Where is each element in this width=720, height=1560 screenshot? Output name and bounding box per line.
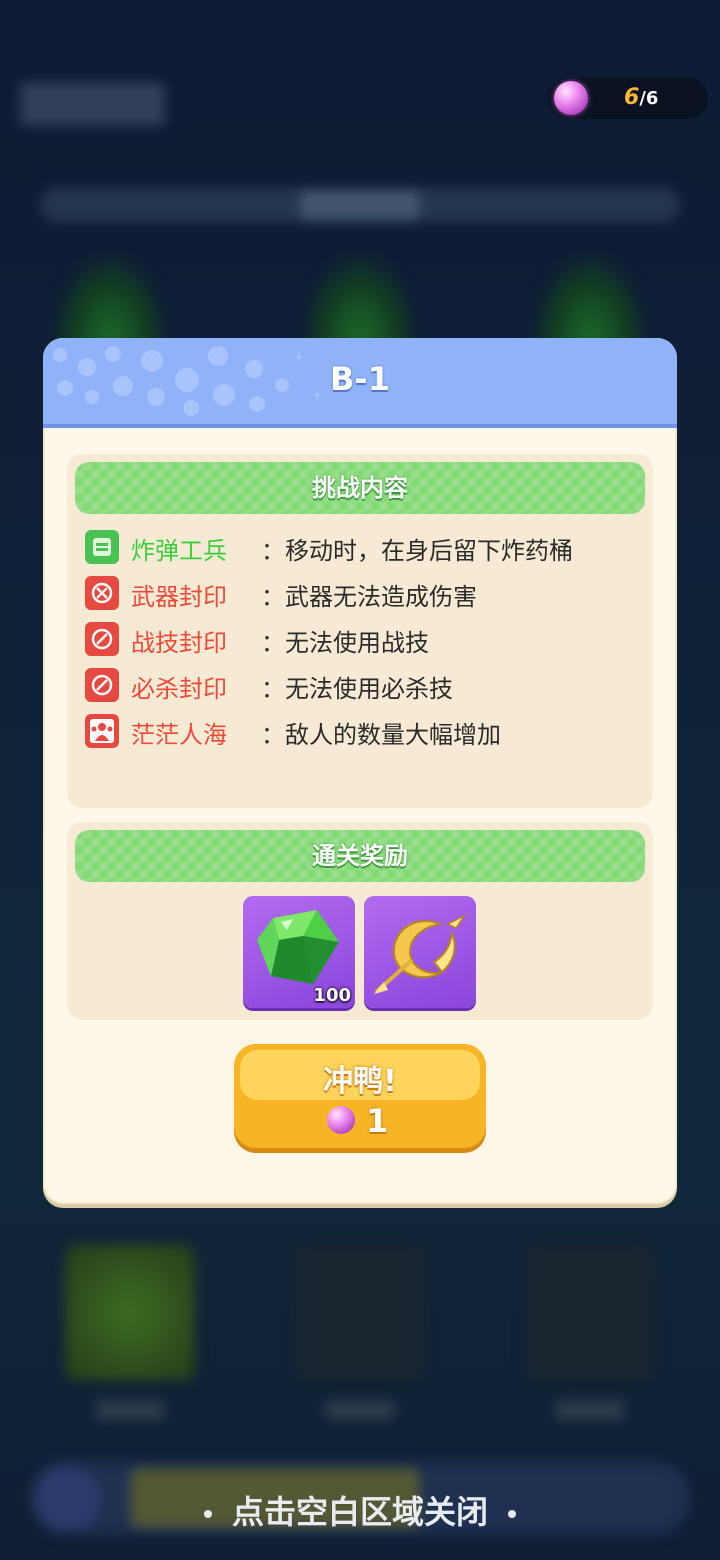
rule-desc-text: 移动时，在身后留下炸药桶 (285, 537, 573, 565)
weapon-seal-icon (85, 576, 119, 610)
header-dot (249, 396, 265, 412)
rule-colon: ： (261, 537, 285, 565)
dialog-header: ✦ ✦ ✦ B-1 (43, 338, 677, 428)
go-button-cost: 1 (366, 1102, 389, 1140)
rule-desc-text: 武器无法造成伤害 (285, 583, 477, 611)
rule-name: 炸弹工兵 (131, 537, 227, 565)
challenge-header: 挑战内容 (75, 462, 645, 514)
rule-desc-text: 无法使用必杀技 (285, 675, 453, 703)
header-dot (183, 400, 199, 416)
rule-colon: ： (261, 675, 285, 703)
go-button-label: 冲鸭! (323, 1064, 397, 1099)
rule-name: 武器封印 (131, 583, 227, 611)
rewards-header: 通关奖励 (75, 830, 645, 882)
rule-desc: ：武器无法造成伤害 (261, 577, 477, 612)
energy-max: /6 (639, 88, 659, 109)
close-hint-text: 点击空白区域关闭 (231, 1493, 488, 1531)
energy-orb-icon (554, 81, 588, 115)
hint-dot (508, 1510, 516, 1518)
bg-card (65, 1245, 195, 1380)
go-button[interactable]: 冲鸭! 1 (234, 1044, 486, 1148)
energy-current: 6 (624, 85, 640, 110)
golden-crescent-icon (374, 914, 467, 994)
rewards-section: 通关奖励 100 (67, 822, 653, 1020)
bg-bar-center-blur (300, 190, 420, 220)
rule-skill-seal: 战技封印 ：无法使用战技 (85, 619, 645, 659)
skill-seal-icon (85, 622, 119, 656)
rule-ultimate-seal: 必杀封印 ：无法使用必杀技 (85, 665, 645, 705)
rule-name: 必杀封印 (131, 675, 227, 703)
hint-dot (203, 1510, 212, 1518)
bg-title-blur (20, 82, 165, 126)
bg-card-label (95, 1400, 165, 1420)
bg-card-label (555, 1400, 625, 1420)
dialog-title: B-1 (330, 360, 390, 398)
rule-desc: ：无法使用必杀技 (261, 669, 453, 704)
bg-card-label (325, 1400, 395, 1420)
energy-counter: 6/6 (548, 77, 708, 119)
bg-card (525, 1245, 655, 1380)
rule-name: 战技封印 (131, 629, 227, 657)
energy-text: 6/6 (624, 85, 658, 110)
rule-colon: ： (261, 583, 285, 611)
rule-desc: ：移动时，在身后留下炸药桶 (261, 531, 573, 566)
rule-desc-text: 无法使用战技 (285, 629, 429, 657)
rule-weapon-seal: 武器封印 ：武器无法造成伤害 (85, 573, 645, 613)
challenge-section: 挑战内容 炸弹工兵 ：移动时，在身后留下炸药桶 武器封印 ：武器无法造成伤害 战… (67, 454, 653, 808)
close-hint[interactable]: 点击空白区域关闭 (0, 1487, 720, 1533)
rule-name: 茫茫人海 (131, 721, 227, 749)
bg-card (295, 1245, 425, 1380)
rule-desc: ：无法使用战技 (261, 623, 429, 658)
rule-desc-text: 敌人的数量大幅增加 (285, 721, 501, 749)
rule-crowd: 茫茫人海 ：敌人的数量大幅增加 (85, 711, 645, 751)
crowd-icon (85, 714, 119, 748)
energy-orb-icon (327, 1106, 355, 1134)
rule-colon: ： (261, 721, 285, 749)
stage-dialog: ✦ ✦ ✦ B-1 挑战内容 炸弹工兵 ：移动时，在身后留下炸药桶 武器封印 ：… (43, 338, 677, 1204)
bomb-engineer-icon (85, 530, 119, 564)
reward-item-crescent[interactable] (364, 896, 476, 1008)
rule-bomb-engineer: 炸弹工兵 ：移动时，在身后留下炸药桶 (85, 527, 645, 567)
ultimate-seal-icon (85, 668, 119, 702)
reward-item-gem[interactable]: 100 (243, 896, 355, 1008)
rule-colon: ： (261, 629, 285, 657)
reward-count: 100 (313, 985, 351, 1006)
rule-desc: ：敌人的数量大幅增加 (261, 715, 501, 750)
